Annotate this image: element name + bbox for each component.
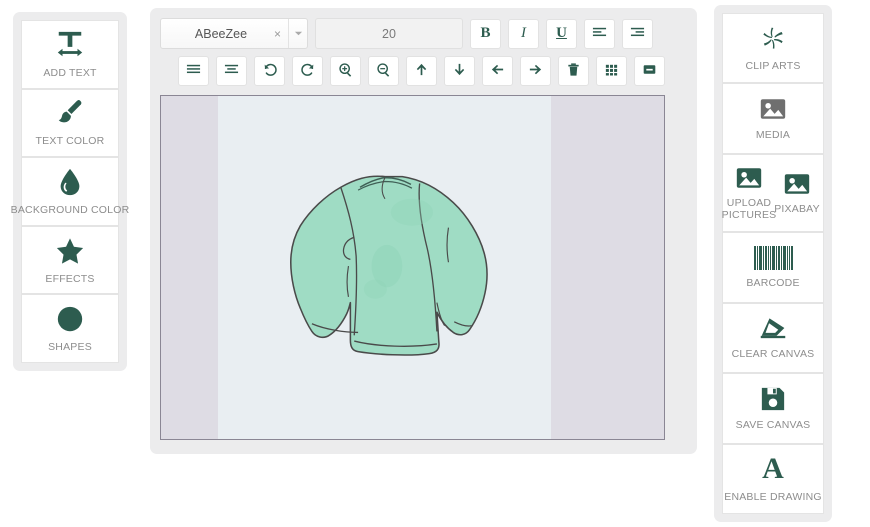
- sidebar-item-clip-arts[interactable]: CLIP ARTS: [722, 13, 824, 84]
- barcode-icon: [753, 245, 793, 270]
- undo-icon: [262, 62, 278, 81]
- image-icon: [784, 172, 810, 196]
- sidebar-item-label: ENABLE DRAWING: [724, 491, 822, 504]
- sidebar-item-text-color[interactable]: TEXT COLOR: [21, 88, 119, 158]
- align-right-button[interactable]: [622, 18, 653, 49]
- bold-button[interactable]: B: [470, 18, 501, 49]
- font-size-input[interactable]: 20: [315, 18, 463, 49]
- toolbar-row-2: [160, 56, 687, 86]
- minus-square-icon: [642, 62, 657, 80]
- sweater-illustration[interactable]: [218, 96, 551, 439]
- undo-button[interactable]: [254, 56, 285, 86]
- sidebar-item-enable-drawing[interactable]: A ENABLE DRAWING: [722, 443, 824, 514]
- align-left-button[interactable]: [584, 18, 615, 49]
- arrow-up-icon: [414, 62, 429, 80]
- minimize-button[interactable]: [634, 56, 665, 86]
- move-left-button[interactable]: [482, 56, 513, 86]
- sidebar-item-label: UPLOAD PICTURES: [721, 196, 777, 221]
- sidebar-item-pixabay[interactable]: PIXABAY: [773, 159, 821, 227]
- upload-pictures-group: UPLOAD PICTURES PIXABAY: [722, 153, 824, 233]
- align-justify-button[interactable]: [178, 56, 209, 86]
- sidebar-item-label: PIXABAY: [774, 202, 820, 215]
- circle-icon: [55, 304, 85, 334]
- zoom-in-button[interactable]: [330, 56, 361, 86]
- move-down-button[interactable]: [444, 56, 475, 86]
- arrow-left-icon: [490, 62, 505, 80]
- grid-icon: [604, 62, 619, 80]
- letter-a-icon: A: [762, 452, 784, 486]
- zoom-out-button[interactable]: [368, 56, 399, 86]
- sidebar-item-label: TEXT COLOR: [35, 135, 105, 148]
- sidebar-item-label: SAVE CANVAS: [735, 418, 811, 431]
- align-center-button[interactable]: [216, 56, 247, 86]
- image-icon: [736, 166, 762, 190]
- arrow-down-icon: [452, 62, 467, 80]
- arrow-right-icon: [528, 62, 543, 80]
- sidebar-item-label: ADD TEXT: [43, 66, 97, 79]
- paint-brush-icon: [55, 98, 85, 128]
- text-width-icon: [55, 30, 85, 60]
- sidebar-item-clear-canvas[interactable]: CLEAR CANVAS: [722, 302, 824, 374]
- redo-button[interactable]: [292, 56, 323, 86]
- pinwheel-icon: [759, 25, 787, 53]
- sidebar-item-label: CLEAR CANVAS: [731, 348, 815, 361]
- font-family-select[interactable]: ABeeZee ×: [160, 18, 308, 49]
- star-icon: [55, 236, 85, 266]
- sidebar-item-shapes[interactable]: SHAPES: [21, 294, 119, 363]
- sidebar-item-add-text[interactable]: ADD TEXT: [21, 20, 119, 89]
- sidebar-item-label: BACKGROUND COLOR: [10, 203, 130, 216]
- sidebar-item-effects[interactable]: EFFECTS: [21, 225, 119, 295]
- grid-button[interactable]: [596, 56, 627, 86]
- image-icon: [760, 96, 786, 122]
- right-sidebar: CLIP ARTS MEDIA UPLOAD PICTURES PIXABAY …: [714, 5, 832, 522]
- sidebar-item-label: CLIP ARTS: [745, 59, 801, 72]
- zoom-out-icon: [376, 62, 392, 81]
- italic-button[interactable]: I: [508, 18, 539, 49]
- sidebar-item-background-color[interactable]: BACKGROUND COLOR: [11, 157, 129, 226]
- chevron-down-icon[interactable]: [288, 19, 307, 48]
- sidebar-item-label: SHAPES: [48, 341, 92, 354]
- zoom-in-icon: [338, 62, 354, 81]
- clear-font-icon[interactable]: ×: [267, 27, 288, 41]
- underline-button[interactable]: U: [546, 18, 577, 49]
- trash-icon: [566, 62, 581, 80]
- redo-icon: [300, 62, 316, 81]
- align-right-icon: [630, 25, 645, 43]
- sidebar-item-save-canvas[interactable]: SAVE CANVAS: [722, 373, 824, 444]
- eraser-icon: [759, 315, 787, 341]
- align-justify-icon: [186, 62, 201, 80]
- delete-button[interactable]: [558, 56, 589, 86]
- floppy-disk-icon: [760, 386, 786, 412]
- editor-panel: ABeeZee × 20 B I U: [150, 8, 697, 454]
- align-left-icon: [592, 25, 607, 43]
- left-sidebar: ADD TEXT TEXT COLOR BACKGROUND COLOR EFF…: [11, 12, 129, 371]
- sidebar-item-label: EFFECTS: [45, 272, 95, 285]
- move-up-button[interactable]: [406, 56, 437, 86]
- sidebar-item-barcode[interactable]: BARCODE: [722, 232, 824, 303]
- sidebar-item-label: BARCODE: [746, 276, 800, 289]
- sidebar-item-label: MEDIA: [755, 129, 791, 142]
- water-drop-icon: [55, 167, 85, 197]
- toolbar-row-1: ABeeZee × 20 B I U: [160, 18, 687, 49]
- sidebar-item-media[interactable]: MEDIA: [722, 83, 824, 154]
- sidebar-item-upload-pictures[interactable]: UPLOAD PICTURES: [722, 159, 776, 227]
- design-canvas[interactable]: [160, 95, 665, 440]
- move-right-button[interactable]: [520, 56, 551, 86]
- align-center-icon: [224, 62, 239, 80]
- font-family-value: ABeeZee: [194, 26, 248, 41]
